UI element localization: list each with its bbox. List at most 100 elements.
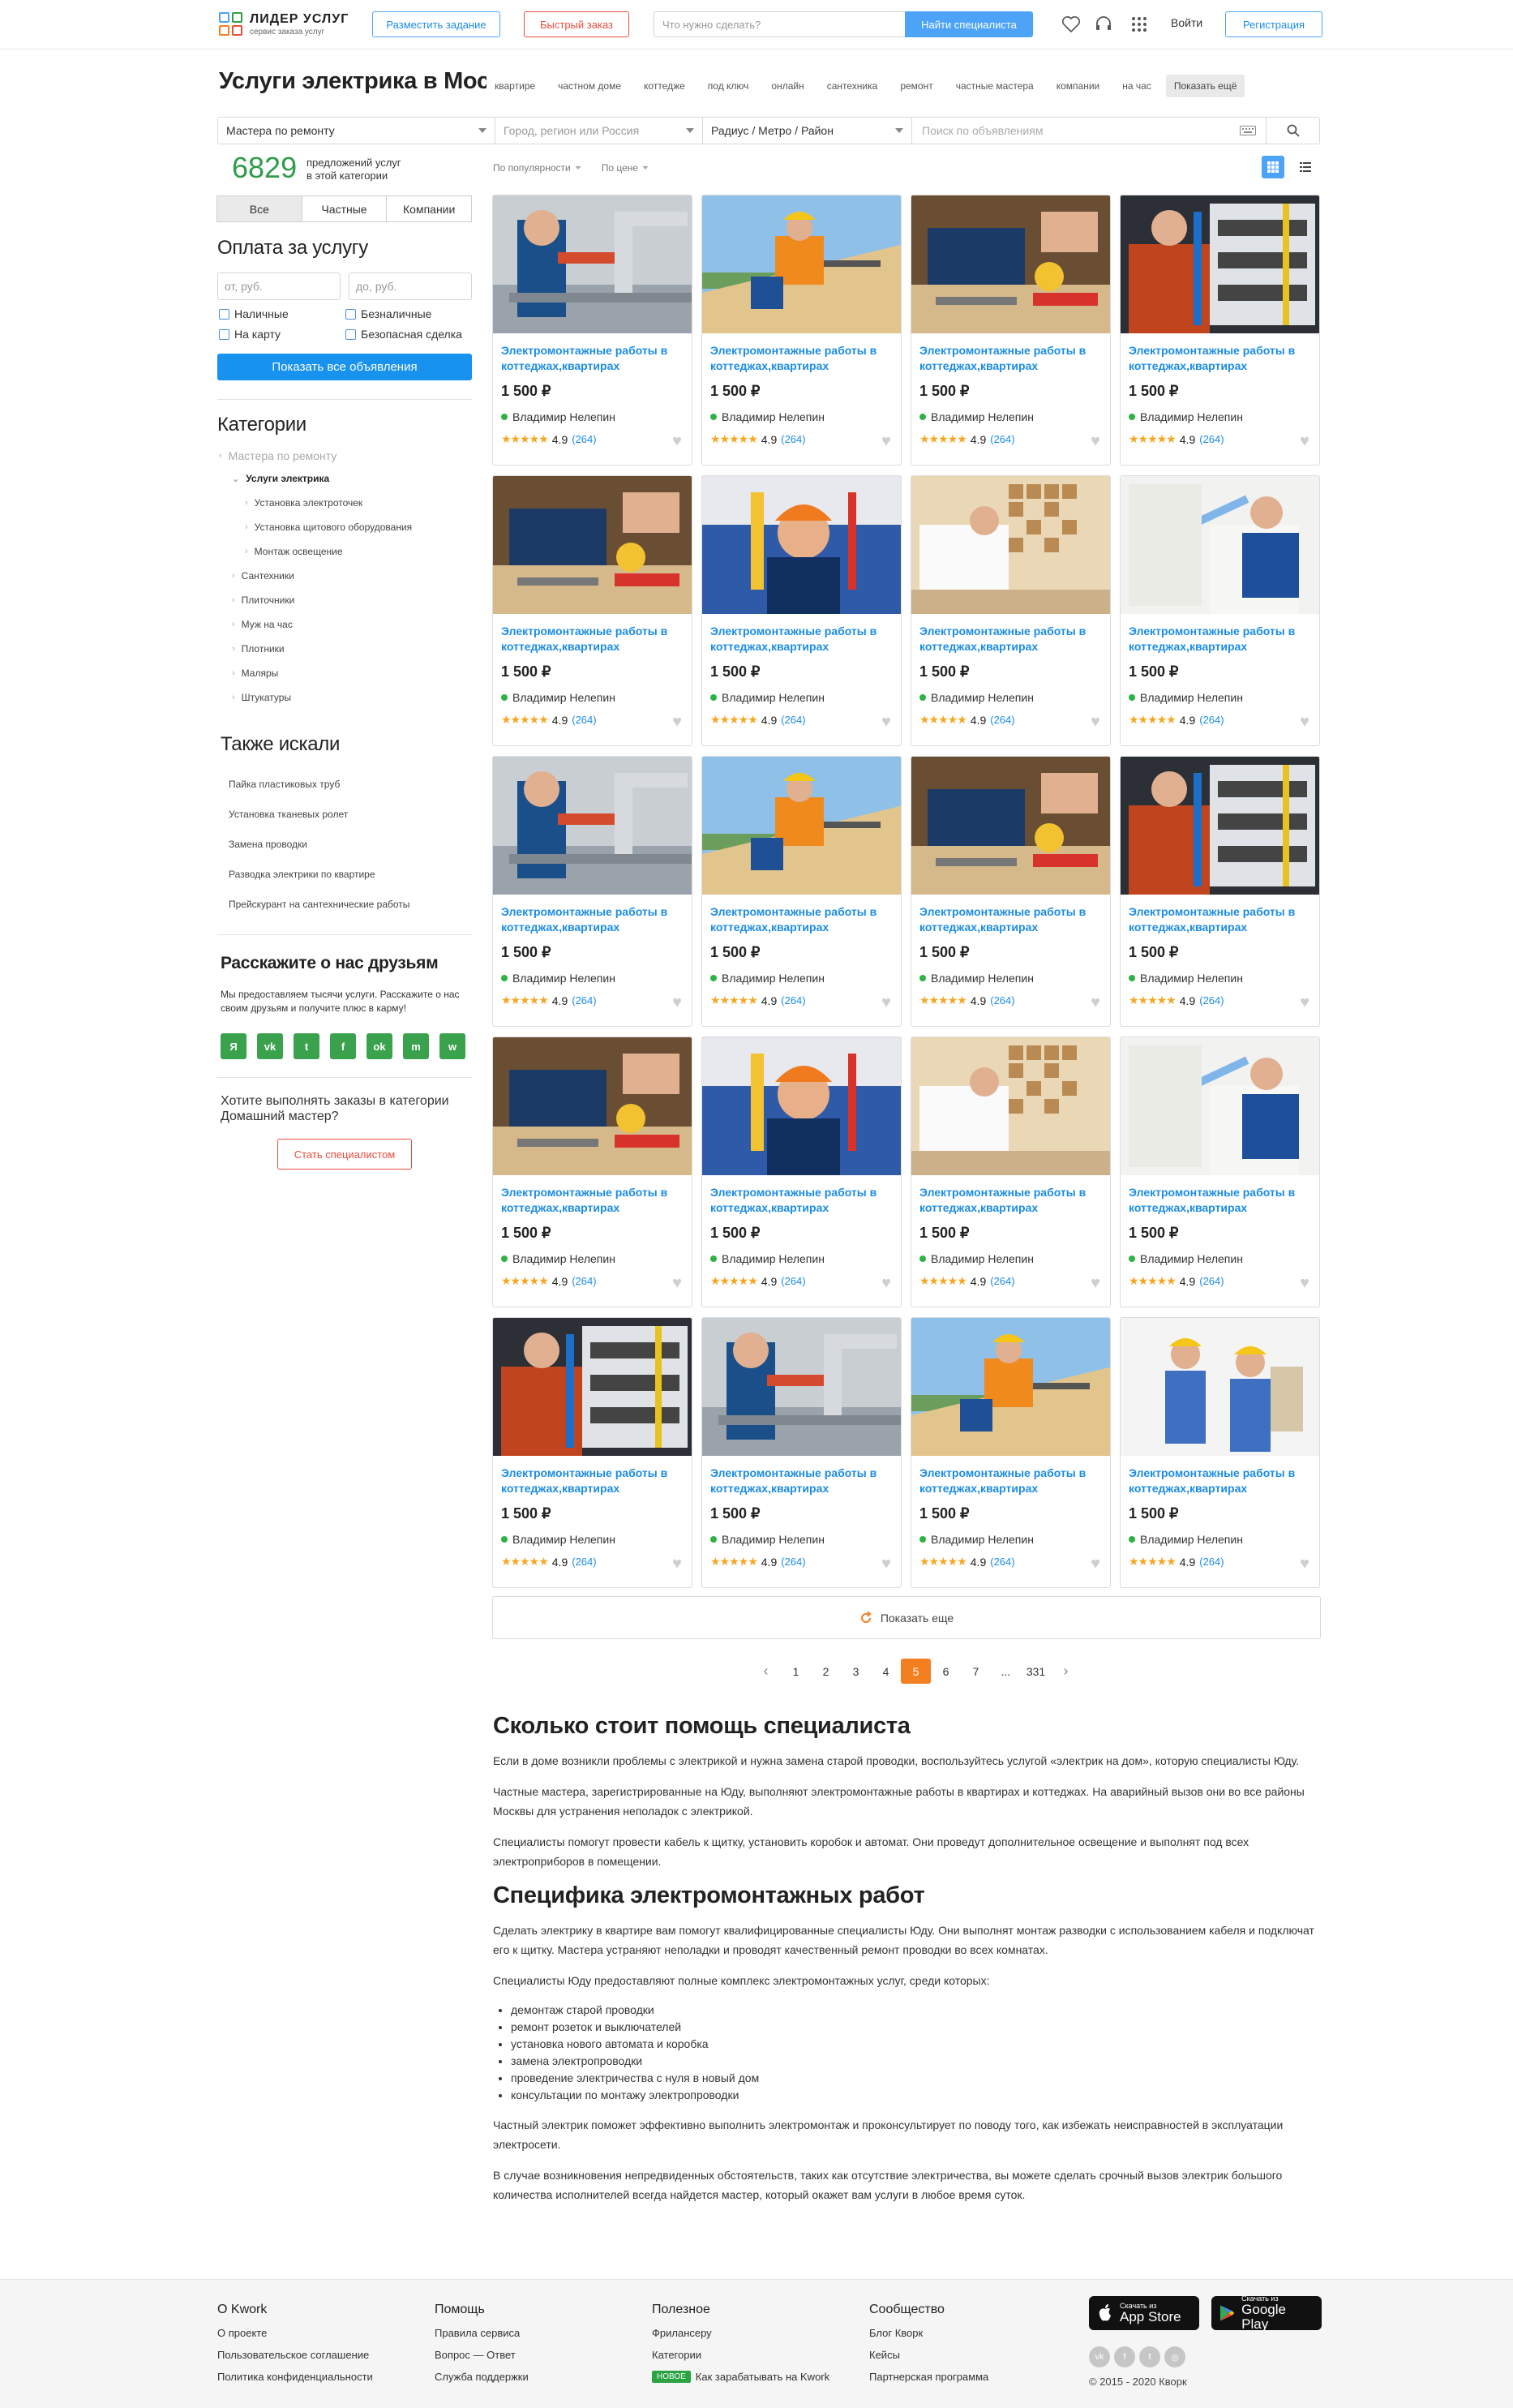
radius-select[interactable]: Радиус / Метро / Район [703, 118, 912, 144]
service-title-link[interactable]: Электромонтажные работы в коттеджах,квар… [1129, 1185, 1315, 1216]
service-title-link[interactable]: Электромонтажные работы в коттеджах,квар… [501, 624, 688, 655]
also-searched-link[interactable]: Разводка электрики по квартире [221, 862, 384, 886]
subcategory-link[interactable]: › Монтаж освещение [245, 546, 343, 557]
show-all-button[interactable]: Показать все объявления [217, 354, 472, 380]
tag-link[interactable]: ремонт [892, 75, 941, 97]
category-current[interactable]: ⌄ Услуги электрика [232, 473, 329, 484]
seller-name[interactable]: Владимир Нелепин [710, 691, 825, 704]
safe-deal-checkbox[interactable]: Безопасная сделка [345, 328, 462, 341]
reviews-count-link[interactable]: (264) [572, 433, 596, 445]
footer-instagram-icon[interactable]: ◎ [1164, 2346, 1185, 2367]
google-play-button[interactable]: Скачать из Google Play [1211, 2294, 1322, 2332]
seller-name[interactable]: Владимир Нелепин [710, 1252, 825, 1265]
reviews-count-link[interactable]: (264) [990, 1275, 1014, 1287]
reviews-count-link[interactable]: (264) [781, 994, 805, 1007]
footer-link[interactable]: Кейсы [869, 2349, 988, 2361]
seller-name[interactable]: Владимир Нелепин [501, 691, 615, 704]
footer-link[interactable]: Блог Кворк [869, 2327, 988, 2339]
service-title-link[interactable]: Электромонтажные работы в коттеджах,квар… [919, 1185, 1106, 1216]
service-photo[interactable] [911, 476, 1110, 614]
sibling-category-link[interactable]: › Муж на час [232, 619, 293, 630]
sibling-category-link[interactable]: › Плотники [232, 643, 285, 655]
service-title-link[interactable]: Электромонтажные работы в коттеджах,квар… [919, 624, 1106, 655]
service-photo[interactable] [702, 1037, 901, 1175]
favorite-heart-icon[interactable]: ♥ [1091, 713, 1100, 732]
favorite-heart-icon[interactable]: ♥ [881, 432, 891, 451]
service-card[interactable]: Электромонтажные работы в коттеджах,квар… [911, 195, 1111, 466]
payment-card-checkbox[interactable]: На карту [219, 328, 281, 341]
service-card[interactable]: Электромонтажные работы в коттеджах,квар… [701, 475, 902, 746]
category-select[interactable]: Мастера по ремонту [218, 118, 495, 144]
pagination-current-page[interactable]: 5 [901, 1659, 931, 1684]
footer-link[interactable]: Служба поддержки [435, 2371, 529, 2383]
service-photo[interactable] [493, 476, 692, 614]
favorite-heart-icon[interactable]: ♥ [672, 432, 682, 451]
login-link[interactable]: Войти [1171, 16, 1202, 29]
seller-name[interactable]: Владимир Нелепин [919, 1252, 1034, 1265]
price-to-input[interactable]: до, руб. [349, 273, 472, 300]
become-specialist-button[interactable]: Стать специалистом [277, 1139, 412, 1170]
vk-icon[interactable]: vk [257, 1033, 283, 1059]
reviews-count-link[interactable]: (264) [990, 433, 1014, 445]
service-card[interactable]: Электромонтажные работы в коттеджах,квар… [492, 1317, 692, 1588]
service-card[interactable]: Электромонтажные работы в коттеджах,квар… [1120, 475, 1320, 746]
reviews-count-link[interactable]: (264) [990, 714, 1014, 726]
service-title-link[interactable]: Электромонтажные работы в коттеджах,квар… [501, 1466, 688, 1496]
reviews-count-link[interactable]: (264) [781, 1556, 805, 1568]
payment-cash-checkbox[interactable]: Наличные [219, 307, 289, 320]
service-card[interactable]: Электромонтажные работы в коттеджах,квар… [911, 475, 1111, 746]
facebook-icon[interactable]: f [330, 1033, 356, 1059]
pagination-page[interactable]: 1 [781, 1659, 811, 1684]
service-title-link[interactable]: Электромонтажные работы в коттеджах,квар… [501, 904, 688, 935]
service-title-link[interactable]: Электромонтажные работы в коттеджах,квар… [501, 343, 688, 374]
service-card[interactable]: Электромонтажные работы в коттеджах,квар… [911, 1317, 1111, 1588]
tag-link[interactable]: компании [1048, 75, 1108, 97]
service-card[interactable]: Электромонтажные работы в коттеджах,квар… [701, 1317, 902, 1588]
also-searched-link[interactable]: Пайка пластиковых труб [221, 772, 348, 796]
reviews-count-link[interactable]: (264) [781, 714, 805, 726]
service-photo[interactable] [702, 1318, 901, 1456]
reviews-count-link[interactable]: (264) [1199, 433, 1224, 445]
footer-link[interactable]: О проекте [217, 2327, 373, 2339]
service-card[interactable]: Электромонтажные работы в коттеджах,квар… [1120, 756, 1320, 1027]
footer-link[interactable]: Категории [652, 2349, 829, 2361]
service-photo[interactable] [702, 195, 901, 333]
service-photo[interactable] [911, 757, 1110, 895]
service-card[interactable]: Электромонтажные работы в коттеджах,квар… [911, 756, 1111, 1027]
pagination-page[interactable]: 3 [841, 1659, 871, 1684]
footer-link[interactable]: Пользовательское соглашение [217, 2349, 373, 2361]
service-card[interactable]: Электромонтажные работы в коттеджах,квар… [1120, 1317, 1320, 1588]
seller-name[interactable]: Владимир Нелепин [710, 972, 825, 985]
service-card[interactable]: Электромонтажные работы в коттеджах,квар… [701, 195, 902, 466]
service-card[interactable]: Электромонтажные работы в коттеджах,квар… [492, 195, 692, 466]
pagination-page[interactable]: 2 [811, 1659, 841, 1684]
service-card[interactable]: Электромонтажные работы в коттеджах,квар… [1120, 1037, 1320, 1307]
reviews-count-link[interactable]: (264) [1199, 714, 1224, 726]
service-photo[interactable] [1121, 757, 1319, 895]
service-title-link[interactable]: Электромонтажные работы в коттеджах,квар… [710, 343, 897, 374]
tag-link[interactable]: коттедже [636, 75, 693, 97]
tag-link[interactable]: частные мастера [947, 75, 1042, 97]
service-title-link[interactable]: Электромонтажные работы в коттеджах,квар… [1129, 624, 1315, 655]
seller-name[interactable]: Владимир Нелепин [710, 410, 825, 423]
favorite-heart-icon[interactable]: ♥ [1091, 1274, 1100, 1293]
service-card[interactable]: Электромонтажные работы в коттеджах,квар… [492, 475, 692, 746]
pagination-prev-icon[interactable]: ‹ [751, 1659, 781, 1684]
tag-link[interactable]: под ключ [699, 75, 757, 97]
favorite-heart-icon[interactable]: ♥ [1091, 1555, 1100, 1573]
seller-name[interactable]: Владимир Нелепин [501, 1533, 615, 1546]
tag-link[interactable]: онлайн [763, 75, 812, 97]
moimir-icon[interactable]: m [403, 1033, 429, 1059]
service-title-link[interactable]: Электромонтажные работы в коттеджах,квар… [1129, 904, 1315, 935]
tab-all[interactable]: Все [216, 195, 302, 222]
seller-name[interactable]: Владимир Нелепин [501, 1252, 615, 1265]
app-store-button[interactable]: Скачать из App Store [1089, 2296, 1199, 2330]
reviews-count-link[interactable]: (264) [1199, 994, 1224, 1007]
tag-link[interactable]: сантехника [818, 75, 886, 97]
reviews-count-link[interactable]: (264) [572, 994, 596, 1007]
service-photo[interactable] [702, 476, 901, 614]
service-photo[interactable] [911, 1037, 1110, 1175]
tag-link[interactable]: на час [1114, 75, 1159, 97]
service-title-link[interactable]: Электромонтажные работы в коттеджах,квар… [501, 1185, 688, 1216]
keyboard-icon[interactable] [1240, 126, 1256, 135]
